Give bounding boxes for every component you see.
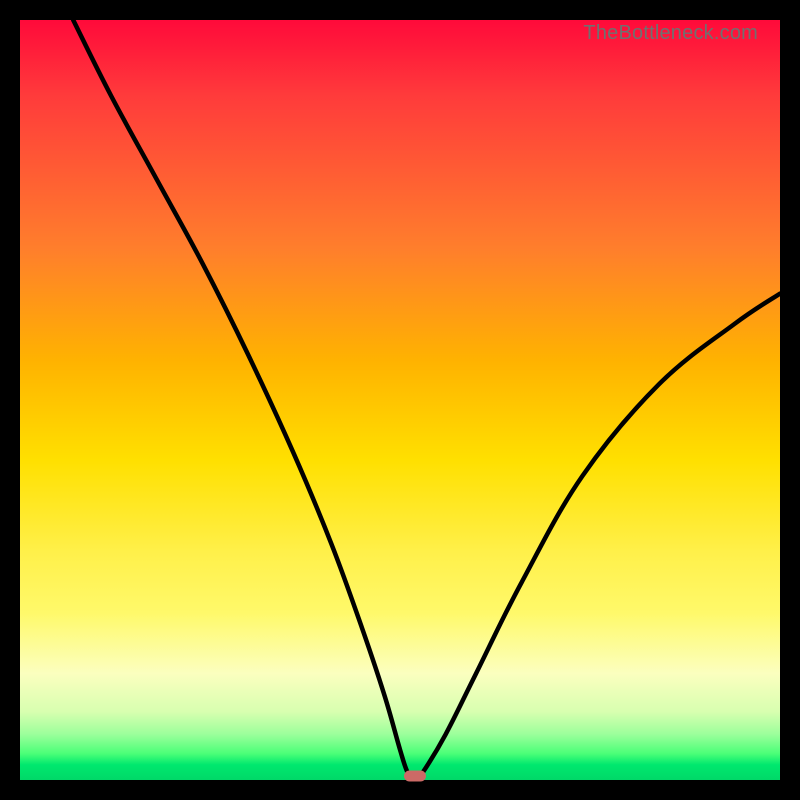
bottleneck-curve: [20, 20, 780, 780]
plot-area: TheBottleneck.com: [20, 20, 780, 780]
chart-frame: TheBottleneck.com: [0, 0, 800, 800]
minimum-marker: [404, 771, 426, 782]
